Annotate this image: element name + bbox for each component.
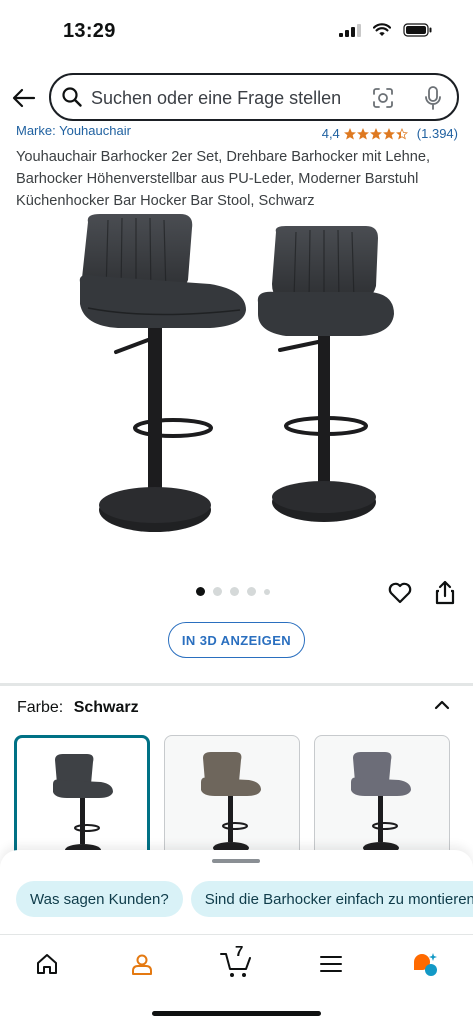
- section-divider: [0, 683, 473, 686]
- tab-account[interactable]: [127, 949, 157, 979]
- signal-icon: [339, 23, 361, 37]
- color-selector-header: Farbe: Schwarz: [17, 699, 139, 717]
- cart-count: 7: [235, 943, 244, 960]
- assistant-sheet: Was sagen Kunden? Sind die Barhocker einf…: [0, 850, 473, 934]
- suggestion-chips: Was sagen Kunden? Sind die Barhocker einf…: [16, 881, 473, 917]
- tab-rufus[interactable]: [410, 949, 440, 979]
- pagination-dot[interactable]: [196, 587, 205, 596]
- home-icon: [37, 954, 57, 974]
- product-title: Youhauchair Barhocker 2er Set, Drehbare …: [16, 149, 430, 209]
- left-stool: [79, 214, 246, 532]
- rating[interactable]: 4,4 (1.394): [322, 126, 458, 141]
- wishlist-button[interactable]: [386, 579, 414, 607]
- rating-count: (1.394): [416, 126, 458, 141]
- color-swatches: [14, 735, 450, 865]
- tab-cart[interactable]: 7: [220, 943, 254, 979]
- collapse-button[interactable]: [431, 694, 453, 716]
- color-swatch[interactable]: [14, 735, 150, 865]
- account-icon: [132, 954, 152, 975]
- pagination-dot[interactable]: [247, 587, 256, 596]
- battery-icon: [403, 23, 432, 37]
- microphone-icon[interactable]: [423, 85, 443, 111]
- product-image[interactable]: [60, 210, 410, 550]
- color-swatch[interactable]: [314, 735, 450, 865]
- star-icon: [382, 127, 395, 140]
- camera-lens-icon[interactable]: [371, 86, 395, 110]
- share-button[interactable]: [431, 579, 459, 607]
- status-icons: [339, 23, 433, 37]
- suggestion-chip[interactable]: Sind die Barhocker einfach zu montieren?: [190, 881, 473, 917]
- pagination-dot[interactable]: [230, 587, 239, 596]
- star-icon: [343, 127, 356, 140]
- sheet-handle[interactable]: [212, 859, 260, 863]
- color-label: Farbe:: [17, 699, 64, 716]
- star-icon: [369, 127, 382, 140]
- wifi-icon: [373, 23, 391, 36]
- home-indicator: [152, 1011, 321, 1016]
- swatch-stool-image: [201, 752, 261, 854]
- share-icon: [435, 580, 455, 605]
- menu-icon: [320, 956, 342, 972]
- color-value: Schwarz: [73, 699, 139, 716]
- search-input[interactable]: Suchen oder eine Frage stellen: [49, 73, 459, 121]
- star-icon: [356, 127, 369, 140]
- pagination-dot[interactable]: [213, 587, 222, 596]
- tab-home[interactable]: [32, 949, 62, 979]
- star-icon: [395, 127, 408, 140]
- brand-link[interactable]: Marke: Youhauchair: [16, 126, 131, 138]
- image-pagination[interactable]: [196, 587, 270, 596]
- color-swatch[interactable]: [164, 735, 300, 865]
- suggestion-chip[interactable]: Was sagen Kunden?: [16, 881, 183, 917]
- search-header: Suchen oder eine Frage stellen: [0, 72, 473, 124]
- rufus-assistant-icon: [414, 953, 437, 976]
- rating-stars: [343, 127, 409, 140]
- brand-rating-row: Marke: Youhauchair 4,4 (1.394): [16, 126, 462, 142]
- search-placeholder: Suchen oder eine Frage stellen: [91, 88, 342, 108]
- swatch-stool-image: [351, 752, 411, 854]
- tab-bar: 7: [0, 934, 473, 1024]
- heart-icon: [388, 582, 412, 604]
- search-icon: [62, 87, 82, 107]
- status-time: 13:29: [63, 20, 116, 42]
- swatch-stool-image: [53, 754, 113, 856]
- pagination-dot[interactable]: [264, 588, 270, 595]
- rating-value: 4,4: [321, 126, 340, 141]
- view-3d-button[interactable]: IN 3D ANZEIGEN: [168, 622, 305, 658]
- status-bar: 13:29: [0, 0, 473, 64]
- tab-menu[interactable]: [316, 949, 346, 979]
- back-arrow-icon: [12, 88, 36, 108]
- bar-stools-image: [79, 214, 394, 532]
- back-button[interactable]: [10, 84, 38, 112]
- chevron-up-icon: [434, 700, 450, 710]
- right-stool: [257, 226, 394, 522]
